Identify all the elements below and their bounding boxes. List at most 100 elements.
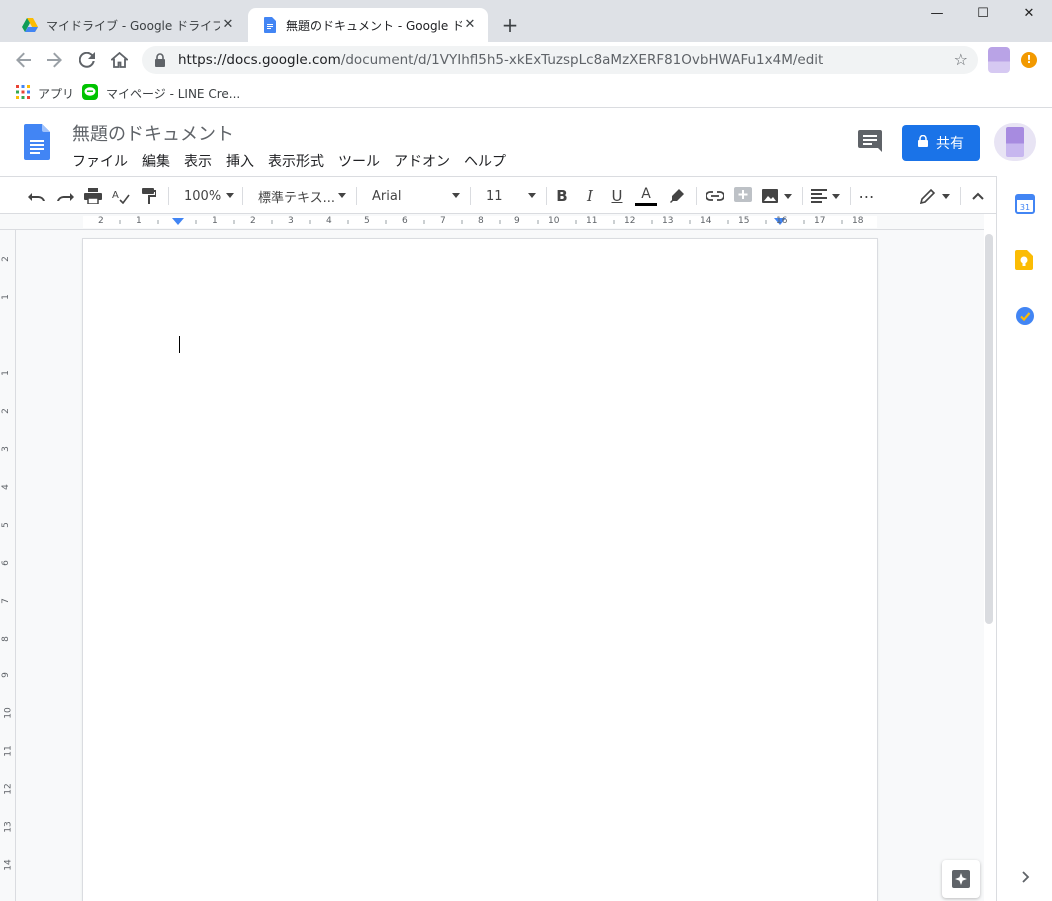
chevron-down-icon — [528, 193, 536, 198]
update-alert-icon[interactable]: ! — [1021, 52, 1037, 68]
toolbar-separator — [168, 187, 169, 205]
add-comment-icon[interactable] — [732, 184, 754, 208]
align-icon[interactable] — [810, 184, 842, 208]
vertical-ruler[interactable]: 2 1 1 2 3 4 5 6 7 8 9 10 11 12 13 14 — [0, 230, 16, 901]
menu-help[interactable]: ヘルプ — [464, 151, 506, 171]
highlight-icon[interactable] — [666, 184, 688, 208]
ruler-marks — [119, 218, 843, 225]
google-drive-icon — [22, 17, 38, 33]
more-options-icon[interactable]: ⋯ — [856, 184, 878, 208]
share-button[interactable]: 共有 — [902, 125, 980, 161]
vertical-scrollbar[interactable] — [984, 230, 996, 901]
new-tab-button[interactable]: + — [498, 14, 522, 38]
document-title[interactable]: 無題のドキュメント — [72, 120, 234, 146]
link-icon[interactable] — [704, 184, 726, 208]
comment-icon[interactable] — [858, 130, 884, 154]
profile-avatar[interactable] — [988, 47, 1010, 73]
close-window-button[interactable]: ✕ — [1006, 0, 1052, 30]
ruler-tick: 6 — [402, 216, 408, 226]
font-size-value: 11 — [486, 188, 503, 204]
menu-bar: ファイル 編集 表示 挿入 表示形式 ツール アドオン ヘルプ — [72, 151, 520, 171]
paint-format-icon[interactable] — [138, 184, 160, 208]
insert-image-icon[interactable] — [760, 184, 794, 208]
svg-text:31: 31 — [1020, 203, 1030, 212]
left-indent-marker — [172, 218, 184, 225]
chevron-down-icon — [338, 193, 346, 198]
undo-icon[interactable] — [26, 184, 48, 208]
print-icon[interactable] — [82, 184, 104, 208]
side-panel: 31 — [996, 176, 1052, 901]
font-select[interactable]: Arial — [366, 184, 462, 208]
font-value: Arial — [372, 188, 402, 204]
minimize-button[interactable]: — — [914, 0, 960, 30]
toolbar-separator — [960, 187, 961, 205]
tab-google-drive[interactable]: マイドライブ - Google ドライブ ✕ — [8, 8, 246, 42]
ruler-tick: 4 — [326, 216, 332, 226]
menu-file[interactable]: ファイル — [72, 151, 128, 171]
toolbar-separator — [850, 187, 851, 205]
close-tab-icon[interactable]: ✕ — [462, 17, 478, 33]
vruler-tick: 5 — [0, 522, 11, 528]
underline-icon[interactable]: U — [607, 184, 627, 208]
ruler-tick: 7 — [440, 216, 446, 226]
vruler-tick: 8 — [0, 636, 11, 642]
vruler-tick: 2 — [0, 408, 11, 414]
menu-edit[interactable]: 編集 — [142, 151, 170, 171]
bookmark-star-icon[interactable]: ☆ — [954, 50, 968, 69]
paragraph-style-select[interactable]: 標準テキス... — [252, 184, 348, 208]
font-size-select[interactable]: 11 — [480, 184, 538, 208]
menu-insert[interactable]: 挿入 — [226, 151, 254, 171]
ruler-tick: 1 — [212, 216, 218, 226]
text-color-icon[interactable]: A — [634, 184, 658, 208]
menu-addons[interactable]: アドオン — [394, 151, 450, 171]
toolbar-separator — [696, 187, 697, 205]
close-tab-icon[interactable]: ✕ — [220, 17, 236, 33]
menu-view[interactable]: 表示 — [184, 151, 212, 171]
chevron-down-icon — [452, 193, 460, 198]
address-bar[interactable]: https://docs.google.com/document/d/1VYIh… — [142, 46, 978, 74]
back-arrow-icon[interactable] — [12, 48, 36, 72]
ruler-tick: 13 — [662, 216, 674, 226]
docs-logo-icon[interactable] — [24, 124, 50, 160]
chevron-right-icon[interactable] — [1015, 868, 1035, 888]
home-icon[interactable] — [107, 48, 131, 72]
bookmark-apps[interactable]: アプリ — [16, 84, 74, 102]
url-domain: https://docs.google.com — [178, 52, 341, 68]
vruler-tick: 6 — [0, 560, 11, 566]
ruler-tick: 10 — [548, 216, 560, 226]
redo-icon[interactable] — [54, 184, 76, 208]
document-page[interactable] — [83, 239, 877, 901]
toolbar-separator — [356, 187, 357, 205]
forward-arrow-icon[interactable] — [42, 48, 66, 72]
zoom-select[interactable]: 100% — [178, 184, 236, 208]
calendar-icon[interactable]: 31 — [1015, 194, 1035, 214]
toolbar-separator — [242, 187, 243, 205]
share-label: 共有 — [936, 136, 964, 152]
account-avatar[interactable] — [994, 123, 1036, 161]
ruler-tick: 3 — [288, 216, 294, 226]
tab-title: 無題のドキュメント - Google ドキュメ — [286, 18, 462, 33]
vruler-tick: 13 — [3, 821, 14, 833]
spellcheck-icon[interactable]: A — [110, 184, 132, 208]
menu-format[interactable]: 表示形式 — [268, 151, 324, 171]
vruler-tick: 3 — [0, 446, 11, 452]
horizontal-ruler[interactable]: 2 1 1 2 3 4 5 6 7 8 9 10 11 12 13 14 15 … — [0, 214, 984, 230]
chevron-up-icon[interactable] — [966, 184, 990, 208]
tasks-icon[interactable] — [1015, 306, 1035, 326]
bookmark-line[interactable]: マイページ - LINE Cre... — [82, 83, 241, 102]
explore-button[interactable] — [942, 860, 980, 898]
keep-icon[interactable] — [1015, 250, 1035, 270]
tab-google-docs[interactable]: 無題のドキュメント - Google ドキュメ ✕ — [248, 8, 488, 42]
bold-icon[interactable]: B — [552, 184, 572, 208]
bookmark-label: マイページ - LINE Cre... — [106, 86, 241, 101]
maximize-button[interactable]: ☐ — [960, 0, 1006, 30]
reload-icon[interactable] — [75, 48, 99, 72]
scrollbar-thumb[interactable] — [985, 234, 993, 624]
ruler-tick: 8 — [478, 216, 484, 226]
menu-tools[interactable]: ツール — [338, 151, 380, 171]
text-cursor — [179, 336, 180, 353]
italic-icon[interactable]: I — [580, 184, 600, 208]
ruler-tick: 16 — [776, 216, 788, 226]
ruler-tick: 17 — [814, 216, 826, 226]
editing-mode-icon[interactable] — [918, 184, 952, 208]
